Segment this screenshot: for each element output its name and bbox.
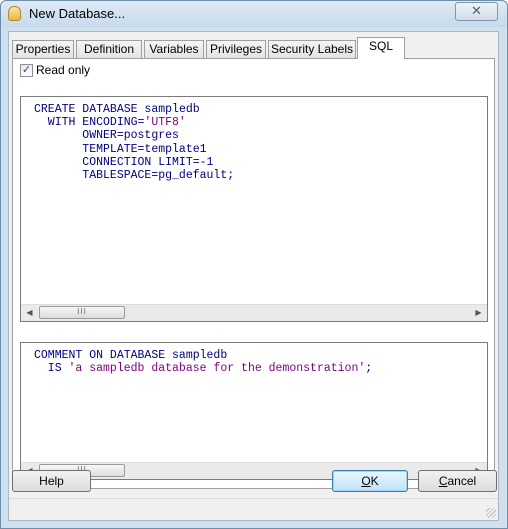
code-line: IS 'a sampledb database for the demonstr… [34,362,372,375]
dialog-body: Properties Definition Variables Privileg… [8,31,499,521]
sql-token: -1 [199,155,214,169]
code-line: TEMPLATE=template1 [34,143,234,156]
ok-button[interactable]: OK [332,470,408,492]
sql-token: TEMPLATE=template1 [34,142,207,156]
sql-token: COMMENT ON DATABASE sampledb [34,349,228,362]
sql-token: sampledb [137,103,200,116]
database-icon [8,6,21,21]
new-database-dialog: New Database... ✕ Properties Definition … [0,0,508,529]
code-line: WITH ENCODING='UTF8' [34,116,234,129]
sql-string-token: 'UTF8' [144,116,186,130]
help-button[interactable]: Help [12,470,91,492]
sql-token: CONNECTION LIMIT= [34,155,200,169]
create-sql-hscrollbar[interactable]: ◀ III ▶ [21,304,487,321]
sql-token: IS [34,362,69,376]
cancel-label-rest: ancel [447,474,477,488]
sql-token: ; [365,362,373,376]
comment-sql-text: COMMENT ON DATABASE sampledb IS 'a sampl… [34,349,372,375]
tab-definition[interactable]: Definition [76,40,142,58]
status-bar [9,498,498,520]
scroll-left-icon[interactable]: ◀ [21,305,38,321]
code-line: CONNECTION LIMIT=-1 [34,156,234,169]
sql-token: CREATE DATABASE [34,103,138,116]
ok-label-rest: K [370,474,379,488]
scroll-thumb[interactable]: III [39,306,125,319]
sql-token: TABLESPACE=pg_default; [34,169,235,183]
tab-sql[interactable]: SQL [357,37,405,59]
read-only-checkbox[interactable]: ✓ [20,64,33,77]
tab-variables[interactable]: Variables [144,40,204,58]
read-only-label: Read only [36,63,91,77]
tab-privileges[interactable]: Privileges [206,40,266,58]
cancel-button[interactable]: Cancel [418,470,497,492]
sql-token: OWNER=postgres [34,129,179,143]
sql-tab-panel: ✓ Read only CREATE DATABASE sampledb WIT… [12,58,495,489]
code-line: COMMENT ON DATABASE sampledb [34,349,372,362]
sql-token: WITH ENCODING= [34,116,145,130]
ok-mnemonic: O [361,474,371,488]
comment-sql-editor[interactable]: COMMENT ON DATABASE sampledb IS 'a sampl… [20,342,488,480]
resize-grip-icon[interactable] [486,508,496,518]
code-line: OWNER=postgres [34,129,234,142]
code-line: TABLESPACE=pg_default; [34,169,234,182]
tab-properties[interactable]: Properties [12,40,74,58]
title-bar: New Database... ✕ [1,1,507,27]
create-sql-editor[interactable]: CREATE DATABASE sampledb WITH ENCODING='… [20,96,488,322]
close-button[interactable]: ✕ [455,2,498,21]
create-sql-text: CREATE DATABASE sampledb WITH ENCODING='… [34,103,234,182]
window-title: New Database... [29,6,126,21]
scroll-right-icon[interactable]: ▶ [470,305,487,321]
code-line: CREATE DATABASE sampledb [34,103,234,116]
sql-string-token: 'a sampledb database for the demonstrati… [68,362,366,376]
tab-security-labels[interactable]: Security Labels [268,40,356,58]
